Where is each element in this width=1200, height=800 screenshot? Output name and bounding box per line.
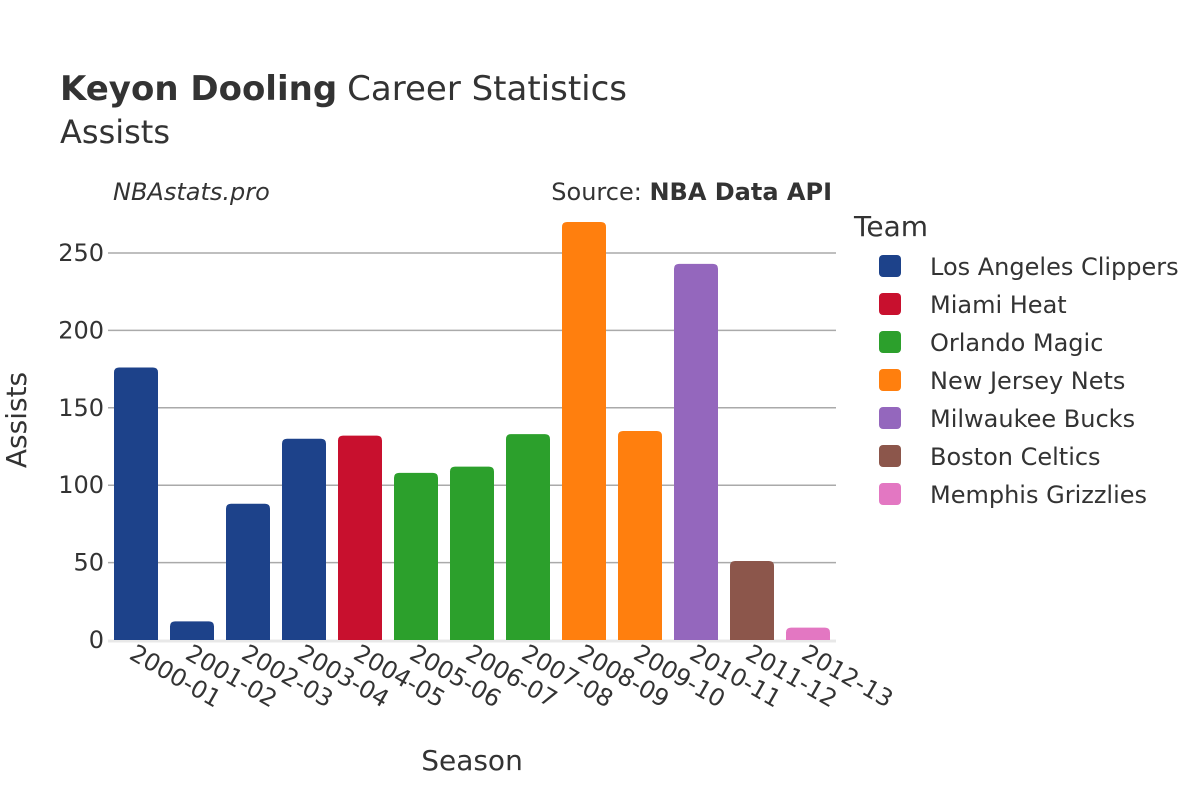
legend-item[interactable]: New Jersey Nets: [879, 367, 1125, 395]
bar-2000-01[interactable]: [114, 367, 158, 640]
bars: [114, 222, 830, 641]
legend-label: Los Angeles Clippers: [930, 253, 1179, 281]
legend-label: Boston Celtics: [930, 443, 1101, 471]
bar-2008-09[interactable]: [562, 222, 606, 641]
legend-label: Orlando Magic: [930, 329, 1103, 357]
bar-2010-11[interactable]: [674, 263, 718, 640]
legend-item[interactable]: Boston Celtics: [879, 443, 1101, 471]
legend-item[interactable]: Orlando Magic: [879, 329, 1103, 357]
source-label: Source:: [551, 178, 649, 206]
y-axis-title: Assists: [0, 372, 33, 468]
bar-2006-07[interactable]: [450, 466, 494, 640]
chart-title: Keyon Dooling Career Statistics: [60, 69, 627, 109]
title-suffix: Career Statistics: [347, 69, 627, 109]
legend-item[interactable]: Memphis Grizzlies: [879, 481, 1147, 509]
bar-2003-04[interactable]: [282, 438, 326, 640]
bar-2007-08[interactable]: [506, 434, 550, 640]
bar-2009-10[interactable]: [618, 431, 662, 640]
legend-label: Memphis Grizzlies: [930, 481, 1147, 509]
bar-2005-06[interactable]: [394, 472, 438, 640]
legend-item[interactable]: Milwaukee Bucks: [879, 405, 1135, 433]
y-tick-label: 250: [58, 239, 104, 267]
brand-watermark: NBAstats.pro: [113, 178, 270, 206]
bar-2012-13[interactable]: [786, 627, 830, 640]
y-tick-label: 150: [58, 394, 104, 422]
y-tick-label: 200: [58, 316, 104, 344]
y-axis-ticks: 0 50 100 150 200 250: [58, 239, 104, 654]
chart-subtitle: Assists: [60, 113, 170, 151]
legend-item[interactable]: Los Angeles Clippers: [879, 253, 1179, 281]
legend-swatch: [879, 255, 901, 277]
chart: Keyon Dooling Career Statistics Assists N…: [0, 69, 1179, 777]
x-axis-ticks: 2000-012001-022002-032003-042004-052005-…: [125, 639, 898, 713]
legend-swatch: [879, 445, 901, 467]
legend-item[interactable]: Miami Heat: [879, 291, 1067, 319]
source-name: NBA Data API: [649, 178, 832, 206]
x-axis-title: Season: [421, 744, 523, 777]
bar-2001-02[interactable]: [170, 621, 214, 640]
bar-2011-12[interactable]: [730, 561, 774, 640]
bar-2004-05[interactable]: [338, 435, 382, 640]
y-tick-label: 0: [89, 626, 104, 654]
legend-label: Miami Heat: [930, 291, 1067, 319]
legend-swatch: [879, 483, 901, 505]
source-credit: Source: NBA Data API: [551, 178, 832, 206]
legend-swatch: [879, 331, 901, 353]
legend-swatch: [879, 293, 901, 315]
player-name: Keyon Dooling: [60, 69, 337, 109]
y-tick-label: 100: [58, 471, 104, 499]
legend-swatch: [879, 369, 901, 391]
bar-2002-03[interactable]: [226, 503, 270, 640]
legend-label: Milwaukee Bucks: [930, 405, 1135, 433]
legend-label: New Jersey Nets: [930, 367, 1125, 395]
y-tick-label: 50: [73, 549, 104, 577]
legend-title: Team: [853, 210, 928, 243]
legend: Los Angeles Clippers Miami Heat Orlando Ma…: [879, 253, 1179, 509]
legend-swatch: [879, 407, 901, 429]
